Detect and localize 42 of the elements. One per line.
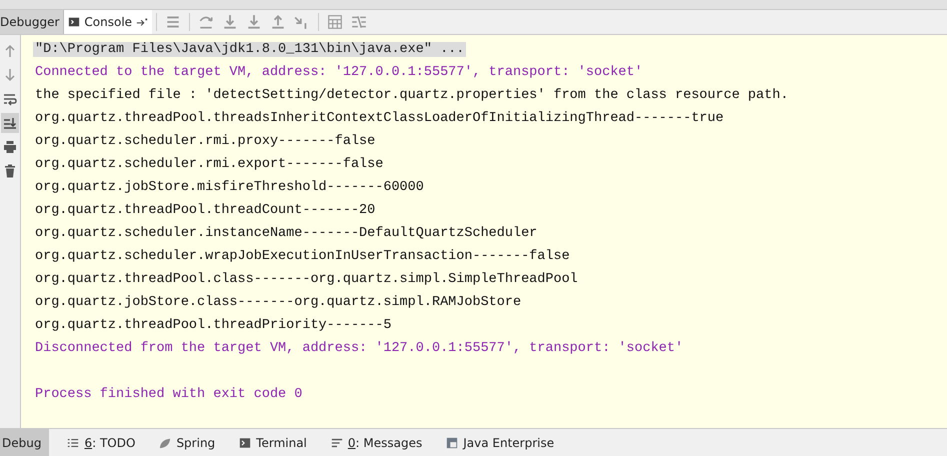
output-line: org.quartz.threadPool.threadPriority-------5 — [35, 318, 392, 333]
output-line: org.quartz.threadPool.class-------org.quartz.simpl.SimpleThreadPool — [35, 272, 578, 287]
tool-window-tab[interactable]: 6: TODO — [59, 429, 144, 456]
enterprise-icon — [446, 436, 458, 448]
down-arrow-icon[interactable] — [3, 68, 17, 82]
terminal-icon — [239, 436, 252, 448]
scroll-to-end-icon[interactable] — [3, 116, 17, 130]
list-icon — [67, 436, 80, 448]
tool-window-tab[interactable]: Debug — [0, 429, 50, 456]
output-line: org.quartz.scheduler.instanceName-------DefaultQuartzScheduler — [35, 226, 538, 241]
tool-window-tab[interactable]: Spring — [151, 429, 224, 456]
output-line: org.quartz.scheduler.rmi.proxy-------false — [35, 134, 376, 149]
output-line: org.quartz.threadPool.threadCount-------20 — [35, 203, 376, 218]
output-line: org.quartz.scheduler.wrapJobExecutionInUserTransaction-------false — [35, 249, 570, 264]
tool-window-tab[interactable]: Terminal — [231, 429, 315, 456]
debugger-tab[interactable]: Debugger — [0, 10, 64, 34]
step-into-icon[interactable] — [222, 14, 238, 30]
trash-icon[interactable] — [3, 164, 17, 178]
pin-icon[interactable] — [136, 16, 148, 28]
up-arrow-icon[interactable] — [3, 44, 17, 58]
output-line: org.quartz.jobStore.misfireThreshold-------60000 — [35, 180, 424, 195]
system-message: Connected to the target VM, address: '127.0.0.1:55577', transport: 'socket' — [35, 65, 643, 80]
frames-icon[interactable] — [351, 14, 368, 30]
leaf-icon — [159, 436, 172, 448]
step-over-icon[interactable] — [198, 14, 214, 30]
tool-window-tab[interactable]: 0: Messages — [322, 429, 430, 456]
console-icon — [68, 16, 80, 28]
step-into-icon[interactable] — [246, 14, 262, 30]
calculator-icon[interactable] — [327, 14, 344, 30]
soft-wrap-icon[interactable] — [3, 92, 17, 106]
lines-icon[interactable] — [165, 14, 182, 30]
tool-window-tab[interactable]: Java Enterprise — [438, 429, 562, 456]
output-line: org.quartz.scheduler.rmi.export-------false — [35, 157, 384, 172]
system-message: Disconnected from the target VM, address: '127.0.0.1:55577', transport: 'socket' — [35, 341, 684, 356]
printer-icon[interactable] — [3, 140, 17, 154]
messages-icon — [330, 436, 343, 448]
system-message: Process finished with exit code 0 — [35, 387, 302, 402]
console-tab[interactable]: Console — [64, 10, 152, 34]
output-line: org.quartz.jobStore.class-------org.quartz.simpl.RAMJobStore — [35, 295, 522, 310]
step-out-icon[interactable] — [270, 14, 286, 30]
output-line: org.quartz.threadPool.threadsInheritContextClassLoaderOfInitializingThread-------true — [35, 111, 724, 126]
output-line: the specified file : 'detectSetting/detector.quartz.properties' from the class resource path. — [35, 88, 788, 103]
